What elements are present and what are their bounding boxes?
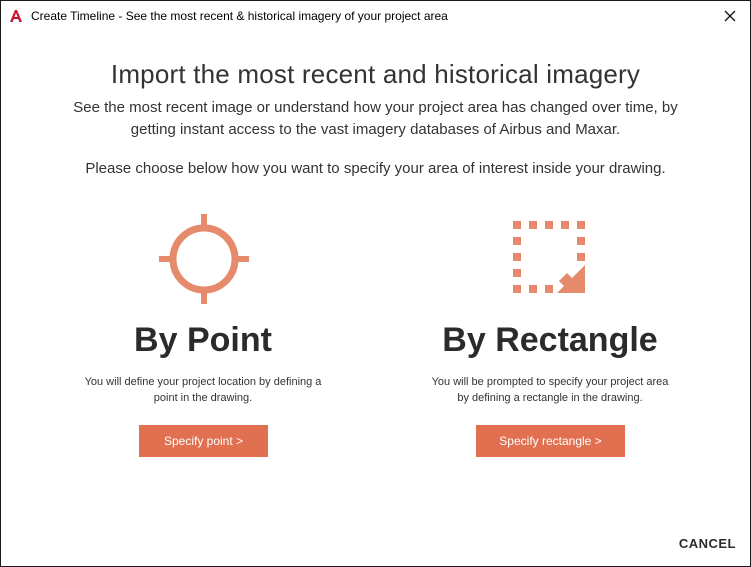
window-title: Create Timeline - See the most recent & … xyxy=(31,9,448,23)
close-icon xyxy=(724,10,736,22)
description: See the most recent image or understand … xyxy=(1,97,750,141)
description-line-1: See the most recent image or understand … xyxy=(73,99,678,116)
autocad-a-icon xyxy=(8,8,24,24)
specify-rectangle-button[interactable]: Specify rectangle > xyxy=(476,425,625,457)
create-timeline-dialog: Create Timeline - See the most recent & … xyxy=(0,0,751,567)
close-button[interactable] xyxy=(716,5,744,27)
by-point-title: By Point xyxy=(134,321,272,359)
cancel-button[interactable]: CANCEL xyxy=(679,536,736,551)
by-rectangle-desc-line-2: by defining a rectangle in the drawing. xyxy=(457,392,643,404)
by-rectangle-desc-line-1: You will be prompted to specify your pro… xyxy=(431,376,669,388)
rectangle-select-icon xyxy=(513,221,589,302)
instruction-text: Please choose below how you want to spec… xyxy=(85,160,666,177)
specify-point-button[interactable]: Specify point > xyxy=(139,425,268,457)
description-line-2: getting instant access to the vast image… xyxy=(130,121,621,138)
by-point-description: You will define your project location by… xyxy=(53,374,353,406)
by-point-desc-line-2: point in the drawing. xyxy=(153,392,253,404)
by-point-desc-line-1: You will define your project location by… xyxy=(84,376,322,388)
page-title: Import the most recent and historical im… xyxy=(110,59,641,89)
by-rectangle-title: By Rectangle xyxy=(442,321,658,359)
crosshair-icon xyxy=(158,213,250,310)
title-bar: Create Timeline - See the most recent & … xyxy=(1,1,750,31)
by-rectangle-description: You will be prompted to specify your pro… xyxy=(400,374,700,406)
